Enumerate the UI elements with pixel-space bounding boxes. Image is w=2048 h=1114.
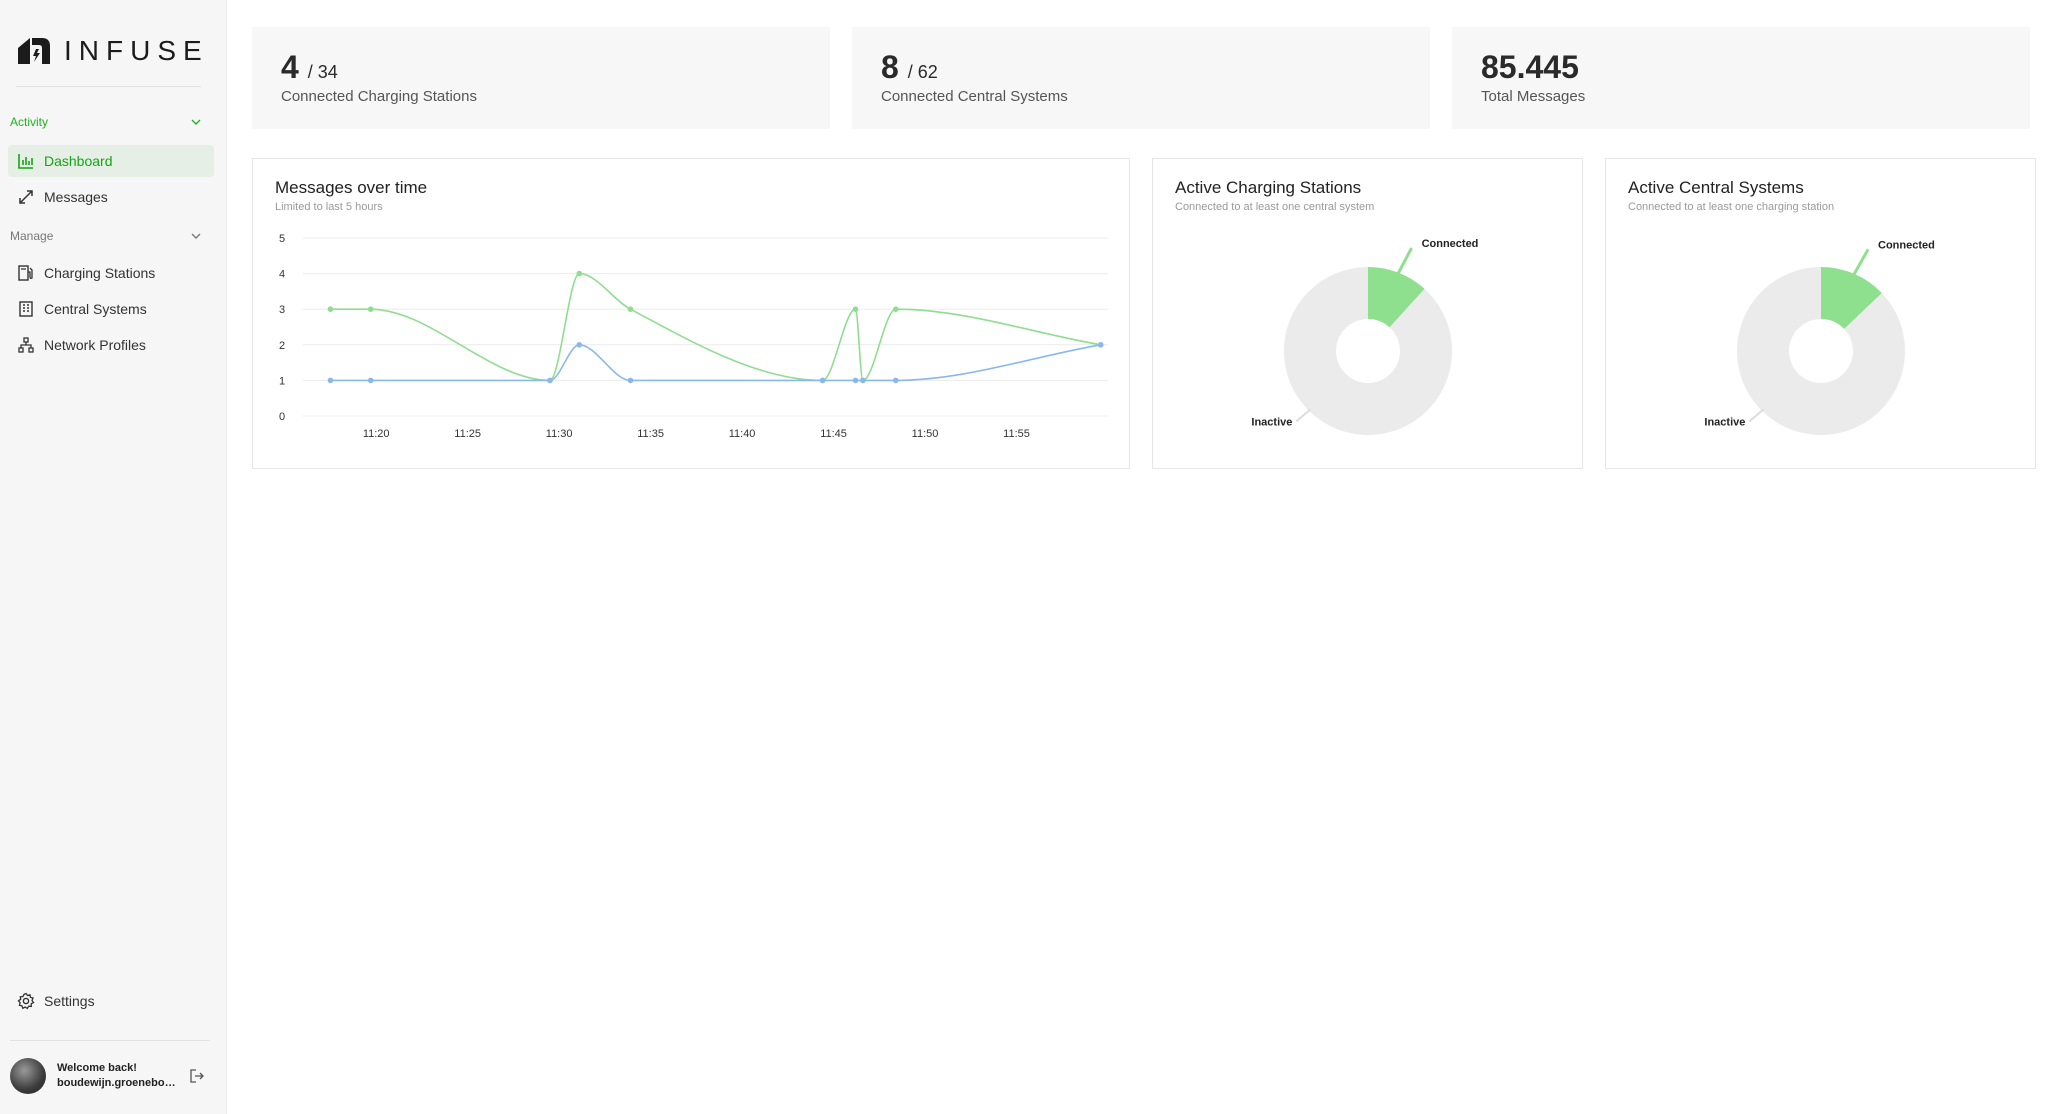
logout-icon[interactable] [189,1068,205,1084]
section-activity-label: Activity [10,115,49,129]
sidebar-item-dashboard[interactable]: Dashboard [8,145,214,177]
data-point [627,377,634,384]
gear-icon [17,992,35,1010]
y-tick-label: 2 [279,340,285,352]
infuse-logo-icon [18,38,50,64]
messages-over-time-card: Messages over time Limited to last 5 hou… [252,158,1130,469]
data-point [627,306,634,312]
brand-logo[interactable]: INFUSE [16,34,209,68]
stat-value: 8 / 62 [881,49,938,85]
messages-line-chart[interactable]: 0 1 2 3 4 5 11:20 11:25 11:30 11:35 11:40 11:45 11:5… [253,159,1131,470]
y-tick-label: 3 [279,304,285,316]
x-tick-label: 11:50 [912,428,939,440]
data-point [327,306,334,312]
welcome-text: Welcome back! [57,1062,137,1074]
building-icon [19,301,33,317]
section-manage-header[interactable]: Manage [10,226,202,246]
x-tick-label: 11:55 [1003,428,1030,440]
sidebar-item-label: Central Systems [44,301,147,317]
sidebar-item-network-profiles[interactable]: Network Profiles [8,329,214,361]
stat-label: Connected Central Systems [881,88,1068,105]
series-line-1 [330,343,1101,382]
data-point [892,306,899,312]
avatar[interactable] [10,1058,46,1094]
data-point [892,377,899,384]
stat-total: / 62 [907,62,938,82]
stat-value: 4 / 34 [281,49,338,85]
sidebar-item-label: Messages [44,189,108,205]
label-line [1852,248,1870,277]
sidebar-item-label: Network Profiles [44,337,146,353]
series-line-0 [330,272,1101,382]
sidebar-item-messages[interactable]: Messages [8,181,214,213]
data-point [819,377,826,384]
arrows-icon [19,190,33,204]
x-tick-label: 11:40 [729,428,756,440]
section-manage-label: Manage [10,229,54,243]
data-point [327,377,334,384]
pie-label-inactive: Inactive [1251,416,1292,428]
user-profile: Welcome back! boudewijn.groeneboer... [10,1056,216,1096]
data-point [860,377,866,384]
network-icon [18,337,34,353]
section-activity-header[interactable]: Activity [10,112,202,132]
divider [10,1040,210,1041]
data-point [547,377,553,384]
x-tick-label: 11:20 [363,428,390,440]
data-point [852,377,859,384]
charging-station-icon [18,265,33,281]
stat-total: / 34 [307,62,338,82]
pie-label-connected: Connected [1422,238,1479,250]
label-line [1748,408,1765,423]
user-email: boudewijn.groeneboer... [57,1077,181,1089]
user-info: Welcome back! boudewijn.groeneboer... [57,1061,181,1091]
sidebar-item-central-systems[interactable]: Central Systems [8,293,214,325]
y-tick-label: 0 [279,411,285,423]
chevron-down-icon [191,119,201,125]
stat-label: Connected Charging Stations [281,88,477,105]
central-systems-donut-chart[interactable]: Connected Inactive [1606,159,2037,470]
y-tick-label: 4 [279,269,285,281]
pie-label-connected: Connected [1878,239,1935,251]
sidebar-item-label: Settings [44,993,95,1009]
data-point [1097,342,1104,348]
stat-value: 85.445 [1481,49,1579,85]
sidebar: INFUSE Activity Dashboard Messages Manag… [0,0,227,1114]
data-point [852,306,859,312]
y-tick-label: 5 [279,233,285,245]
sidebar-item-label: Dashboard [44,153,113,169]
data-point [576,342,583,348]
label-line [1396,247,1413,276]
stat-card-total-messages: 85.445 Total Messages [1452,27,2030,129]
charging-stations-donut-chart[interactable]: Connected Inactive [1153,159,1584,470]
sidebar-item-settings[interactable]: Settings [8,985,214,1017]
pie-label-inactive: Inactive [1704,416,1745,428]
data-point [367,306,374,312]
data-point [576,270,583,277]
sidebar-item-charging-stations[interactable]: Charging Stations [8,257,214,289]
stat-card-central-systems: 8 / 62 Connected Central Systems [852,27,1430,129]
stat-label: Total Messages [1481,88,1586,105]
divider [16,86,201,87]
bar-chart-icon [18,154,33,169]
active-central-systems-card: Active Central Systems Connected to at l… [1605,158,2036,469]
x-tick-label: 11:45 [820,428,847,440]
active-charging-stations-card: Active Charging Stations Connected to at… [1152,158,1583,469]
y-tick-label: 1 [279,375,285,387]
label-line [1295,408,1312,423]
x-tick-label: 11:25 [454,428,481,440]
data-point [367,377,374,384]
brand-name: INFUSE [64,35,209,66]
stat-card-charging-stations: 4 / 34 Connected Charging Stations [252,27,830,129]
x-tick-label: 11:30 [546,428,573,440]
x-tick-label: 11:35 [637,428,664,440]
sidebar-item-label: Charging Stations [44,265,156,281]
chevron-down-icon [191,233,201,239]
